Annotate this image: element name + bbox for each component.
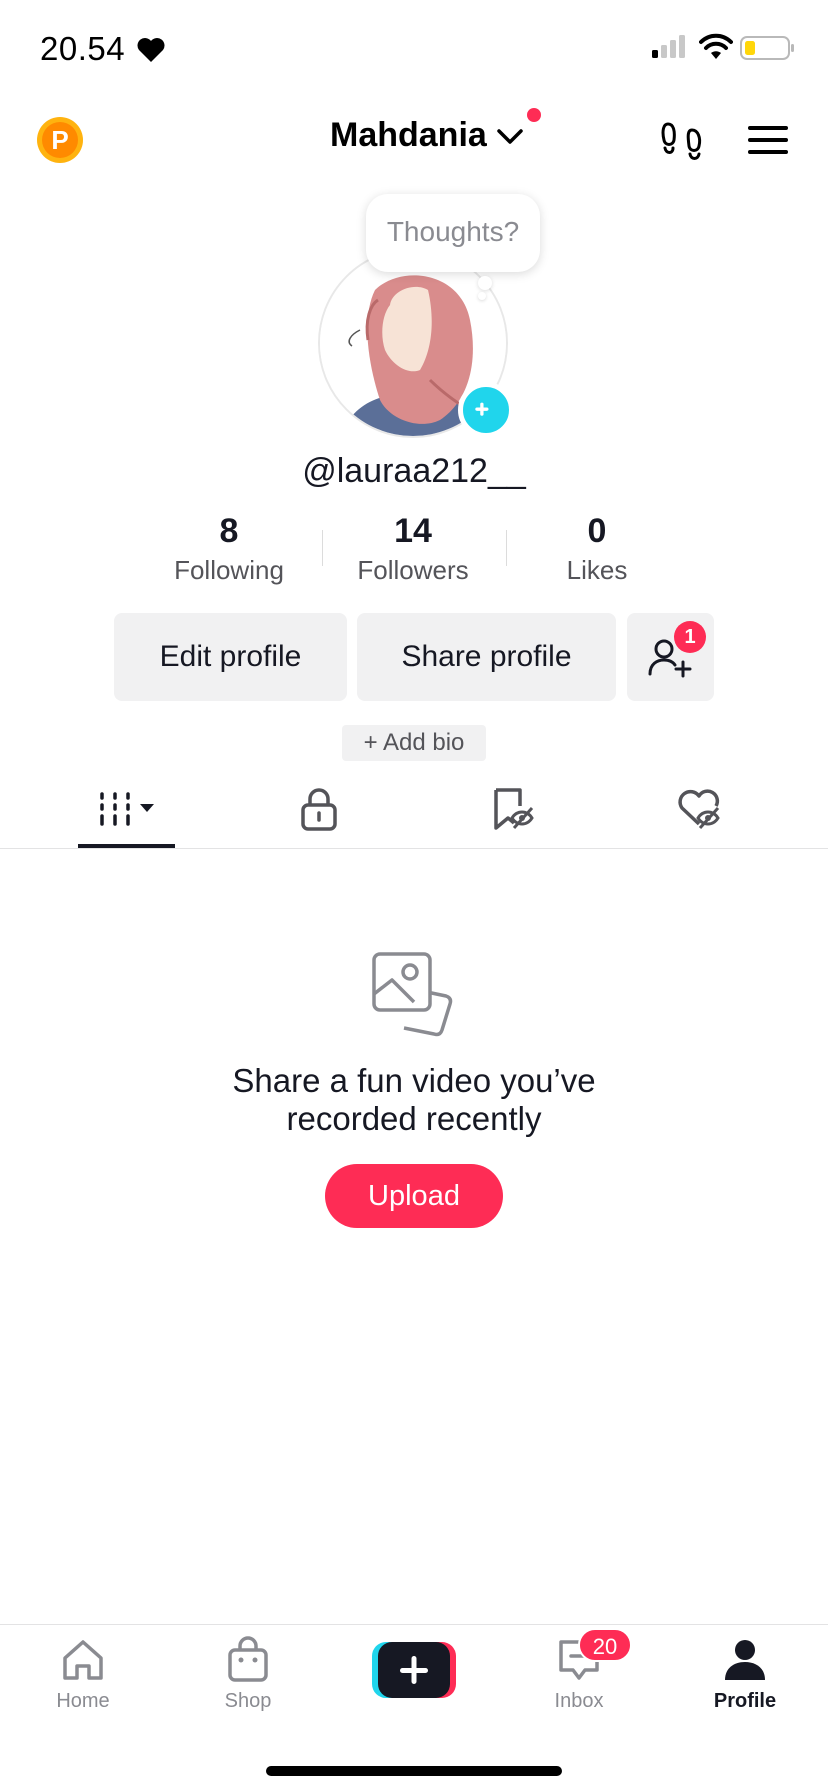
nav-label-shop: Shop [224, 1690, 272, 1712]
wifi-icon [699, 33, 733, 59]
profile-icon [725, 1640, 765, 1680]
heart-icon [137, 38, 165, 62]
inbox-badge: 20 [578, 1628, 632, 1662]
upload-button[interactable]: Upload [325, 1164, 503, 1228]
add-bio-button[interactable]: + Add bio [342, 725, 486, 761]
battery-icon [740, 36, 794, 60]
create-plus-icon[interactable] [372, 1642, 456, 1698]
coins-icon[interactable]: P [36, 116, 84, 164]
stat-followers-label: Followers [357, 555, 469, 585]
bottom-nav-divider [0, 1624, 828, 1625]
heart-hidden-icon[interactable] [676, 786, 722, 832]
account-switcher-name[interactable]: Mahdania [330, 116, 487, 155]
edit-profile-button[interactable]: Edit profile [114, 613, 347, 701]
empty-state-message: Share a fun video you’ve recorded recent… [232, 1062, 596, 1137]
tab-videos-grid-icon[interactable] [78, 774, 175, 848]
stat-following[interactable]: 8 Following [139, 512, 319, 586]
menu-hamburger-icon[interactable] [748, 124, 788, 156]
share-profile-button[interactable]: Share profile [357, 613, 616, 701]
stat-followers[interactable]: 14 Followers [323, 512, 503, 586]
stat-likes-count: 0 [587, 512, 607, 550]
stat-likes-label: Likes [566, 555, 628, 585]
nav-item-shop[interactable]: Shop [188, 1636, 308, 1714]
photos-placeholder-icon [372, 952, 453, 1037]
home-icon [63, 1640, 103, 1680]
bubble-tail-dot-small [478, 292, 486, 300]
cellular-signal-icon [652, 35, 685, 58]
bubble-tail-dot [478, 276, 492, 290]
nav-label-profile: Profile [713, 1690, 777, 1712]
home-indicator [266, 1766, 562, 1776]
notification-dot [527, 108, 541, 122]
stat-following-count: 8 [219, 512, 239, 550]
stat-likes[interactable]: 0 Likes [507, 512, 687, 586]
tabs-divider [0, 848, 828, 849]
nav-label-home: Home [56, 1690, 110, 1712]
coin-letter: P [51, 125, 68, 155]
thoughts-bubble-text[interactable]: Thoughts? [366, 216, 540, 248]
username: @lauraa212__ [302, 452, 526, 490]
shop-bag-icon [228, 1636, 268, 1682]
nav-label-inbox: Inbox [554, 1690, 604, 1712]
nav-item-profile[interactable]: Profile [685, 1636, 805, 1714]
add-avatar-plus-icon[interactable] [458, 382, 514, 438]
stat-followers-count: 14 [394, 512, 432, 550]
nav-item-home[interactable]: Home [23, 1636, 143, 1714]
footprints-icon[interactable] [660, 118, 704, 162]
stat-following-label: Following [174, 555, 284, 585]
friend-requests-badge: 1 [674, 621, 706, 653]
chevron-down-icon[interactable] [496, 126, 524, 148]
status-time: 20.54 [40, 30, 126, 67]
lock-icon[interactable] [296, 786, 342, 832]
bookmark-hidden-icon[interactable] [490, 786, 536, 832]
